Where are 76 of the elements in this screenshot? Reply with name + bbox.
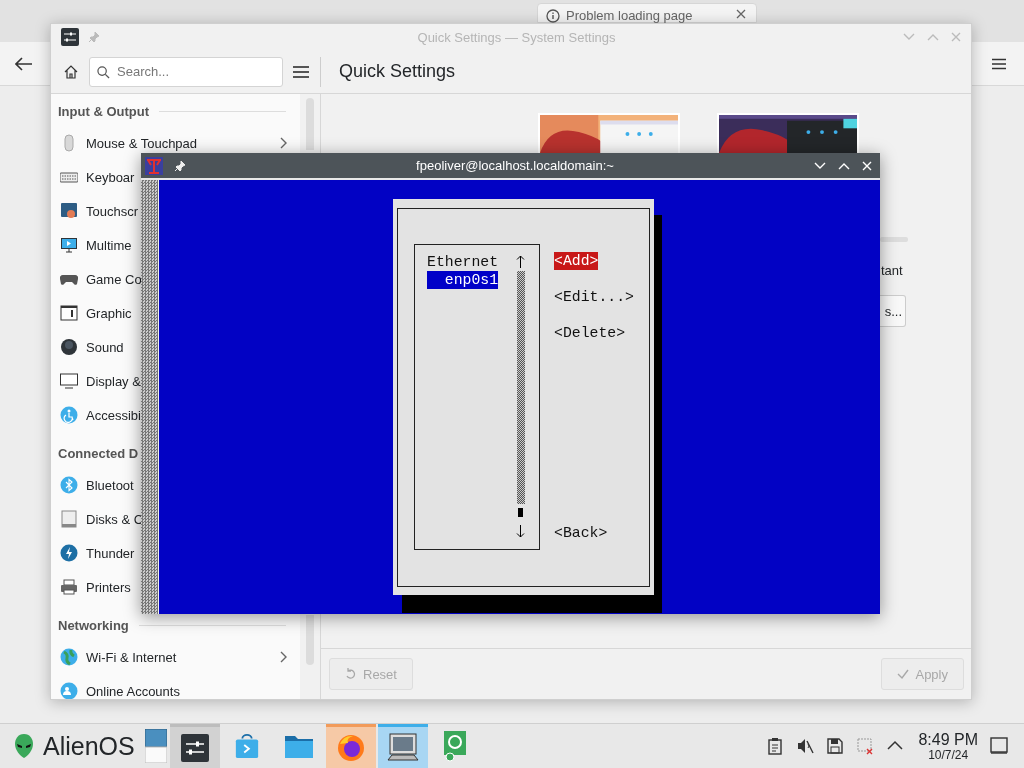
sidebar-item[interactable]: Display &	[86, 373, 141, 389]
terminal-app-icon	[145, 156, 163, 175]
back-arrow-icon[interactable]	[15, 56, 33, 71]
window-title: fpeoliver@localhost.localdomain:~	[415, 158, 615, 173]
info-icon	[546, 9, 560, 23]
sidebar-item[interactable]: Game Co	[86, 271, 142, 287]
sidebar-item[interactable]: Accessibi	[86, 407, 141, 423]
scroll-up-icon[interactable]	[516, 255, 526, 269]
sidebar-item[interactable]: Wi-Fi & Internet	[86, 649, 177, 665]
browser-tab[interactable]: Problem loading page	[537, 3, 757, 23]
browser-icon	[336, 733, 365, 762]
scroll-down-icon[interactable]	[516, 524, 526, 538]
section-heading: Networking	[58, 617, 129, 633]
alien-head-icon	[14, 733, 34, 759]
scrollbar[interactable]	[306, 98, 314, 150]
disks-icon	[60, 510, 78, 528]
folder-icon	[283, 733, 314, 759]
section-heading: Input & Output	[58, 103, 149, 119]
tablet-icon	[60, 304, 78, 322]
bluetooth-icon	[60, 476, 78, 494]
thunderbolt-icon	[60, 544, 78, 562]
sidebar-item[interactable]: Printers	[86, 579, 131, 595]
scrollbar-track	[306, 615, 314, 665]
globe-icon	[60, 648, 78, 666]
sidebar-item[interactable]: Graphic	[86, 305, 132, 321]
search-icon	[97, 65, 110, 79]
terminal-scrollbar[interactable]	[141, 180, 158, 614]
list-heading: Ethernet	[427, 253, 499, 271]
task-button[interactable]	[325, 724, 376, 768]
sidebar-item[interactable]: Mouse & Touchpad	[86, 135, 198, 151]
undo-icon	[345, 668, 357, 680]
option-label: tant	[881, 263, 904, 280]
printer-icon	[60, 578, 78, 596]
multimedia-icon	[60, 236, 78, 254]
app-icon	[441, 730, 468, 762]
window-title: Quick Settings — System Settings	[416, 29, 617, 45]
clipboard-icon[interactable]	[766, 737, 785, 755]
search-field[interactable]: Search...	[89, 56, 283, 87]
sidebar-item[interactable]: Multime	[86, 237, 132, 253]
back-button[interactable]: <Back>	[554, 524, 608, 542]
page-title: Quick Settings	[339, 61, 456, 82]
scroll-thumb[interactable]	[518, 508, 524, 517]
touchscreen-icon	[60, 202, 78, 220]
desktop-pager-icon[interactable]	[144, 729, 167, 763]
shopping-bag-icon	[233, 732, 260, 760]
show-desktop-icon[interactable]	[990, 737, 1008, 755]
close-icon[interactable]	[736, 9, 746, 19]
slider-track	[880, 237, 908, 242]
network-off-icon[interactable]	[856, 737, 875, 755]
option-button[interactable]: s...	[880, 295, 906, 327]
volume-muted-icon[interactable]	[796, 737, 815, 755]
checkmark-icon	[897, 668, 910, 680]
list-item[interactable]: enp0s1	[427, 271, 499, 289]
sound-icon	[60, 338, 78, 356]
app-launcher[interactable]: AlienOS	[14, 724, 135, 768]
clock[interactable]: 8:49 PM 10/7/24	[918, 731, 978, 761]
sidebar-item[interactable]: Touchscr	[86, 203, 139, 219]
sidebar-item[interactable]: Sound	[86, 339, 124, 355]
sidebar-item[interactable]: Online Accounts	[86, 683, 180, 699]
computer-icon	[386, 732, 419, 763]
sliders-icon	[180, 733, 209, 762]
sidebar-item[interactable]: Bluetoot	[86, 477, 134, 493]
sidebar-item[interactable]: Thunder	[86, 545, 135, 561]
save-icon[interactable]	[826, 737, 845, 755]
home-icon[interactable]	[63, 63, 79, 80]
section-heading: Connected D	[58, 445, 139, 461]
task-button[interactable]	[169, 724, 220, 768]
menu-button[interactable]: <Delete>	[554, 324, 626, 342]
accessibility-icon	[60, 406, 78, 424]
sidebar-item[interactable]: Keyboar	[86, 169, 135, 185]
menu-button[interactable]: <Add>	[554, 252, 599, 270]
menu-icon[interactable]	[293, 65, 309, 78]
display-icon	[60, 372, 78, 390]
menu-button[interactable]: <Edit...>	[554, 288, 634, 306]
menu-icon[interactable]	[992, 57, 1006, 70]
sliders-icon	[61, 28, 79, 46]
